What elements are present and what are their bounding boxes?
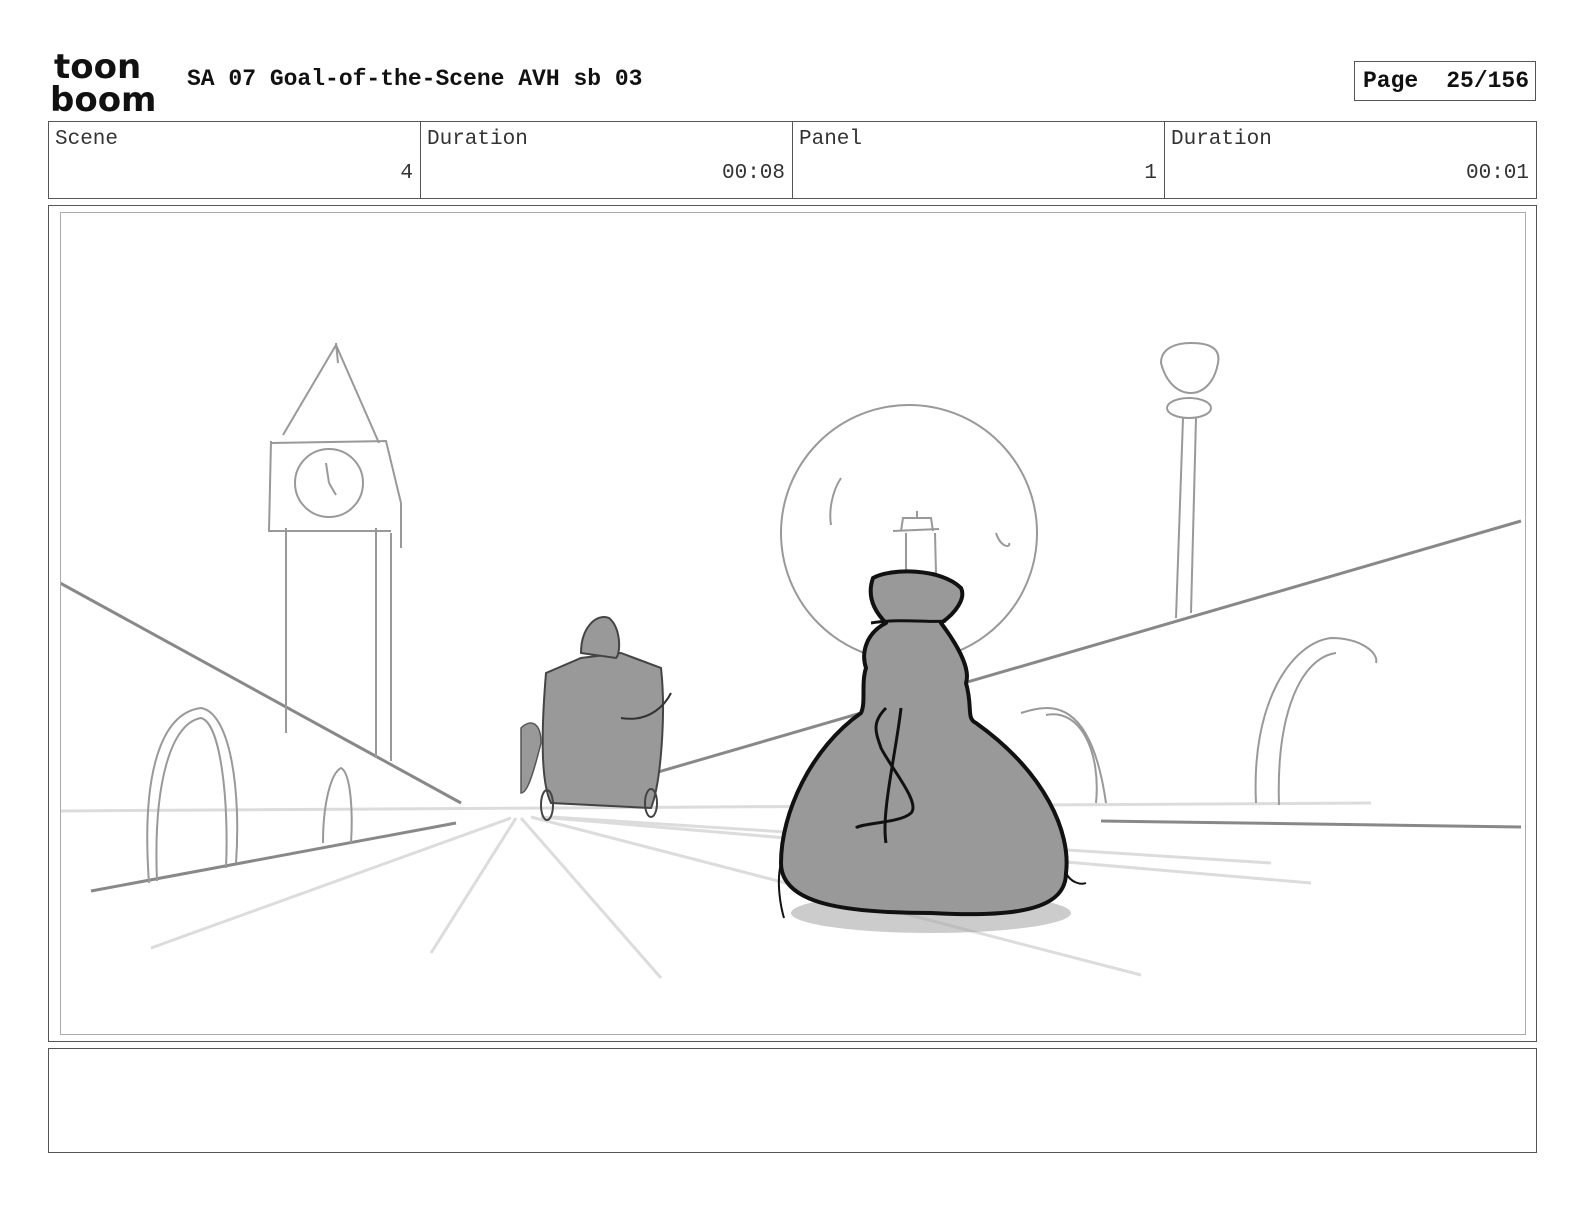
scene-label: Scene [55,128,119,151]
panel-notes-box [48,1048,1537,1153]
scene-info-table: Scene 4 Duration 00:08 Panel 1 Duration … [48,121,1537,199]
carriage [520,616,672,821]
clock-tower [267,342,402,761]
page-number: 25/156 [1446,68,1530,94]
panel-duration-label: Duration [1171,128,1272,151]
scene-duration-label: Duration [427,128,528,151]
storyboard-panel-image [60,212,1526,1035]
scene-value: 4 [400,162,413,185]
panel-cell: Panel 1 [793,122,1165,198]
toon-boom-logo-mark: toon boom [50,47,156,120]
ground-perspective-lines [61,801,1372,979]
small-figure [892,511,940,574]
panel-duration-cell: Duration 00:01 [1165,122,1536,198]
document-title: SA 07 Goal-of-the-Scene AVH sb 03 [187,66,643,92]
scene-duration-cell: Duration 00:08 [421,122,793,198]
panel-value: 1 [1144,162,1157,185]
logo-line-2: boom [50,80,156,114]
storyboard-panel-frame [48,205,1537,1042]
right-arches [1020,636,1378,806]
page-counter: Page 25/156 [1354,61,1536,101]
lamp-post [1159,341,1220,619]
panel-duration-value: 00:01 [1465,162,1529,185]
scene-cell: Scene 4 [49,122,421,198]
page-label: Page [1363,68,1419,94]
panel-label: Panel [799,128,863,151]
storyboard-sketch [61,341,1522,979]
left-arches [146,706,353,884]
scene-duration-value: 00:08 [721,162,785,185]
money-bag [777,569,1087,933]
toon-boom-logo: toon boom [50,47,165,120]
